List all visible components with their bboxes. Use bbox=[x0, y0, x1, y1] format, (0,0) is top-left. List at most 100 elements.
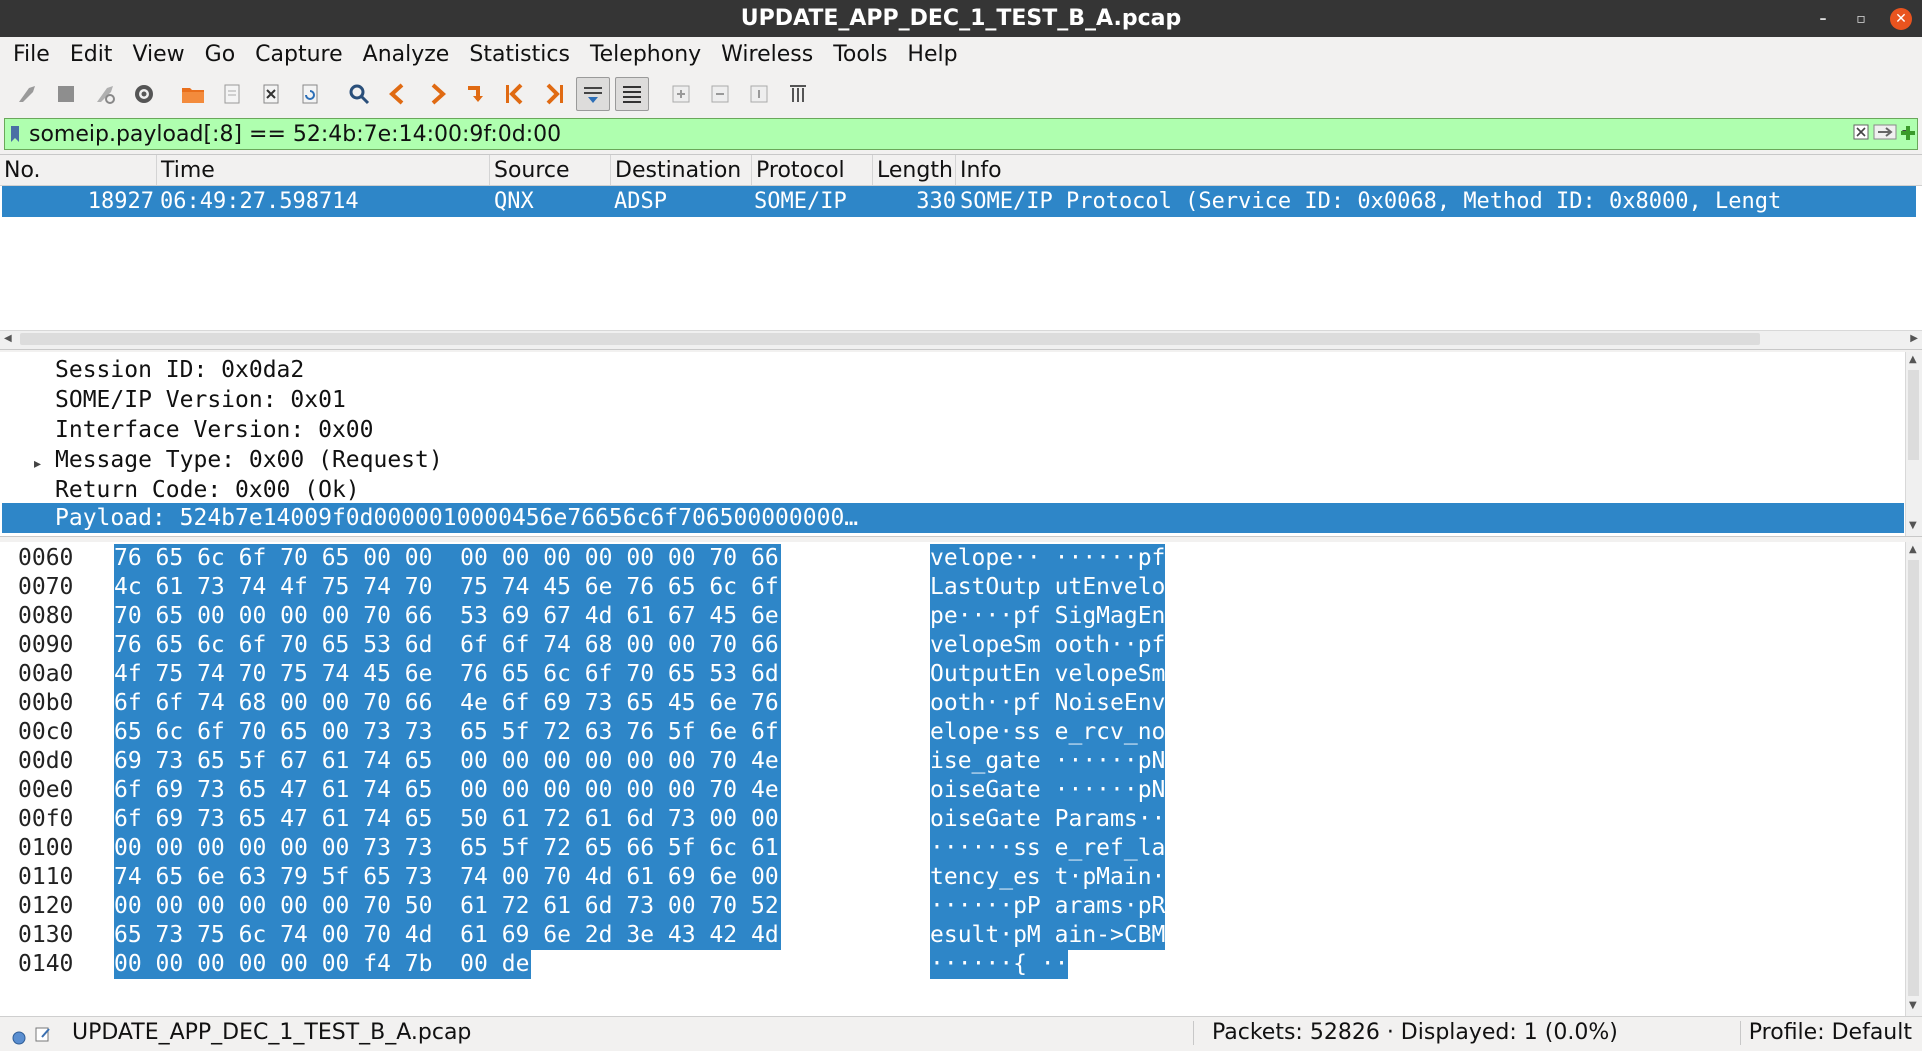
byte-hex: 00 00 00 00 00 00 73 73 65 5f 72 65 66 5… bbox=[114, 834, 781, 863]
capture-comment-icon[interactable] bbox=[34, 1024, 52, 1049]
menu-edit[interactable]: Edit bbox=[57, 42, 120, 67]
packet-list-pane: No. Time Source Destination Protocol Len… bbox=[0, 154, 1922, 350]
byte-ascii: velope·· ······pf bbox=[930, 544, 1166, 573]
menu-help[interactable]: Help bbox=[894, 42, 964, 67]
close-file-icon[interactable] bbox=[254, 77, 288, 111]
packet-details-pane: Session ID: 0x0da2 SOME/IP Version: 0x01… bbox=[0, 352, 1922, 537]
byte-offset: 0120 bbox=[18, 893, 74, 919]
byte-hex: 6f 69 73 65 47 61 74 65 50 61 72 61 6d 7… bbox=[114, 805, 781, 834]
menu-telephony[interactable]: Telephony bbox=[577, 42, 708, 67]
scroll-thumb[interactable] bbox=[20, 333, 1760, 345]
expert-info-icon[interactable] bbox=[12, 1026, 26, 1051]
status-divider bbox=[1193, 1021, 1194, 1045]
last-packet-icon[interactable] bbox=[537, 77, 571, 111]
detail-message-type[interactable]: Message Type: 0x00 (Request) bbox=[55, 445, 443, 475]
go-to-packet-icon[interactable] bbox=[459, 77, 493, 111]
zoom-in-icon[interactable] bbox=[664, 77, 698, 111]
expand-arrow-icon[interactable]: ▸ bbox=[34, 456, 41, 472]
byte-hex: 74 65 6e 63 79 5f 65 73 74 00 70 4d 61 6… bbox=[114, 863, 781, 892]
menu-wireless[interactable]: Wireless bbox=[708, 42, 820, 67]
column-header-no[interactable]: No. bbox=[0, 155, 157, 185]
save-file-icon[interactable] bbox=[215, 77, 249, 111]
column-header-time[interactable]: Time bbox=[157, 155, 490, 185]
column-header-destination[interactable]: Destination bbox=[611, 155, 752, 185]
menu-analyze[interactable]: Analyze bbox=[350, 42, 457, 67]
byte-offset: 00c0 bbox=[18, 719, 74, 745]
menu-view[interactable]: View bbox=[119, 42, 191, 67]
menu-tools[interactable]: Tools bbox=[820, 42, 894, 67]
scroll-up-icon[interactable]: ▲ bbox=[1909, 354, 1917, 365]
scroll-thumb[interactable] bbox=[1908, 560, 1919, 996]
start-capture-icon[interactable] bbox=[10, 77, 44, 111]
zoom-out-icon[interactable] bbox=[703, 77, 737, 111]
title-bar: UPDATE_APP_DEC_1_TEST_B_A.pcap – ▫ ✕ bbox=[0, 0, 1922, 37]
filter-bookmark-icon[interactable] bbox=[5, 119, 25, 149]
normal-size-icon[interactable] bbox=[742, 77, 776, 111]
byte-ascii: LastOutp utEnvelo bbox=[930, 573, 1166, 602]
packet-list-horizontal-scrollbar[interactable]: ◀ ▶ bbox=[0, 330, 1922, 349]
byte-ascii: ooth··pf NoiseEnv bbox=[930, 689, 1166, 718]
menu-capture[interactable]: Capture bbox=[242, 42, 349, 67]
column-header-info[interactable]: Info bbox=[956, 155, 1906, 185]
stop-capture-icon[interactable] bbox=[49, 77, 83, 111]
add-filter-button-icon[interactable] bbox=[1899, 124, 1917, 146]
byte-hex: 4c 61 73 74 4f 75 74 70 75 74 45 6e 76 6… bbox=[114, 573, 781, 602]
detail-payload[interactable]: Payload: 524b7e14009f0d0000010000456e766… bbox=[55, 503, 858, 533]
go-back-icon[interactable] bbox=[381, 77, 415, 111]
menu-statistics[interactable]: Statistics bbox=[456, 42, 577, 67]
detail-someip-version[interactable]: SOME/IP Version: 0x01 bbox=[55, 385, 346, 415]
display-filter-input[interactable] bbox=[25, 120, 1853, 148]
open-file-icon[interactable] bbox=[176, 77, 210, 111]
column-header-protocol[interactable]: Protocol bbox=[752, 155, 873, 185]
auto-scroll-icon[interactable] bbox=[576, 77, 610, 111]
column-header-length[interactable]: Length bbox=[873, 155, 956, 185]
menu-file[interactable]: File bbox=[0, 42, 57, 67]
detail-session-id[interactable]: Session ID: 0x0da2 bbox=[55, 355, 304, 385]
find-packet-icon[interactable] bbox=[342, 77, 376, 111]
byte-offset: 00d0 bbox=[18, 748, 74, 774]
detail-interface-version[interactable]: Interface Version: 0x00 bbox=[55, 415, 374, 445]
scroll-up-icon[interactable]: ▲ bbox=[1909, 544, 1917, 555]
scroll-down-icon[interactable]: ▼ bbox=[1909, 520, 1917, 531]
scroll-right-icon[interactable]: ▶ bbox=[1910, 333, 1918, 344]
byte-offset: 00e0 bbox=[18, 777, 74, 803]
status-profile[interactable]: Profile: Default bbox=[1749, 1017, 1912, 1049]
minimize-icon[interactable]: – bbox=[1814, 11, 1832, 27]
byte-hex: 65 73 75 6c 74 00 70 4d 61 69 6e 2d 3e 4… bbox=[114, 921, 781, 950]
colorize-icon[interactable] bbox=[615, 77, 649, 111]
reload-file-icon[interactable] bbox=[293, 77, 327, 111]
scroll-down-icon[interactable]: ▼ bbox=[1909, 1000, 1917, 1011]
packet-no: 18927 bbox=[87, 189, 154, 214]
packet-length: 330 bbox=[916, 189, 956, 214]
restart-capture-icon[interactable] bbox=[88, 77, 122, 111]
go-forward-icon[interactable] bbox=[420, 77, 454, 111]
close-icon[interactable]: ✕ bbox=[1890, 7, 1912, 30]
maximize-icon[interactable]: ▫ bbox=[1852, 11, 1870, 27]
scroll-thumb[interactable] bbox=[1908, 370, 1919, 460]
scroll-left-icon[interactable]: ◀ bbox=[4, 333, 12, 344]
byte-hex: 6f 69 73 65 47 61 74 65 00 00 00 00 00 0… bbox=[114, 776, 781, 805]
packet-row[interactable]: 18927 06:49:27.598714 QNX ADSP SOME/IP 3… bbox=[2, 186, 1916, 217]
first-packet-icon[interactable] bbox=[498, 77, 532, 111]
byte-ascii: pe····pf SigMagEn bbox=[930, 602, 1166, 631]
details-vertical-scrollbar[interactable]: ▲ ▼ bbox=[1905, 352, 1922, 536]
detail-return-code[interactable]: Return Code: 0x00 (Ok) bbox=[55, 475, 360, 505]
byte-offset: 0070 bbox=[18, 574, 74, 600]
byte-hex: 00 00 00 00 00 00 70 50 61 72 61 6d 73 0… bbox=[114, 892, 781, 921]
byte-ascii: OutputEn velopeSm bbox=[930, 660, 1166, 689]
capture-options-icon[interactable] bbox=[127, 77, 161, 111]
menu-go[interactable]: Go bbox=[192, 42, 243, 67]
packet-protocol: SOME/IP bbox=[754, 189, 847, 214]
byte-ascii: ······pP arams·pR bbox=[930, 892, 1166, 921]
clear-filter-icon[interactable] bbox=[1853, 124, 1869, 144]
byte-ascii: ······ss e_ref_la bbox=[930, 834, 1166, 863]
status-bar: UPDATE_APP_DEC_1_TEST_B_A.pcap Packets: … bbox=[0, 1016, 1922, 1049]
resize-columns-icon[interactable] bbox=[781, 77, 815, 111]
apply-filter-icon[interactable] bbox=[1873, 124, 1897, 144]
column-header-source[interactable]: Source bbox=[490, 155, 611, 185]
byte-offset: 0110 bbox=[18, 864, 74, 890]
status-packet-count: Packets: 52826 · Displayed: 1 (0.0%) bbox=[1212, 1020, 1618, 1045]
display-filter-bar bbox=[4, 118, 1918, 150]
packet-list-header: No. Time Source Destination Protocol Len… bbox=[0, 155, 1922, 186]
bytes-vertical-scrollbar[interactable]: ▲ ▼ bbox=[1905, 542, 1922, 1016]
